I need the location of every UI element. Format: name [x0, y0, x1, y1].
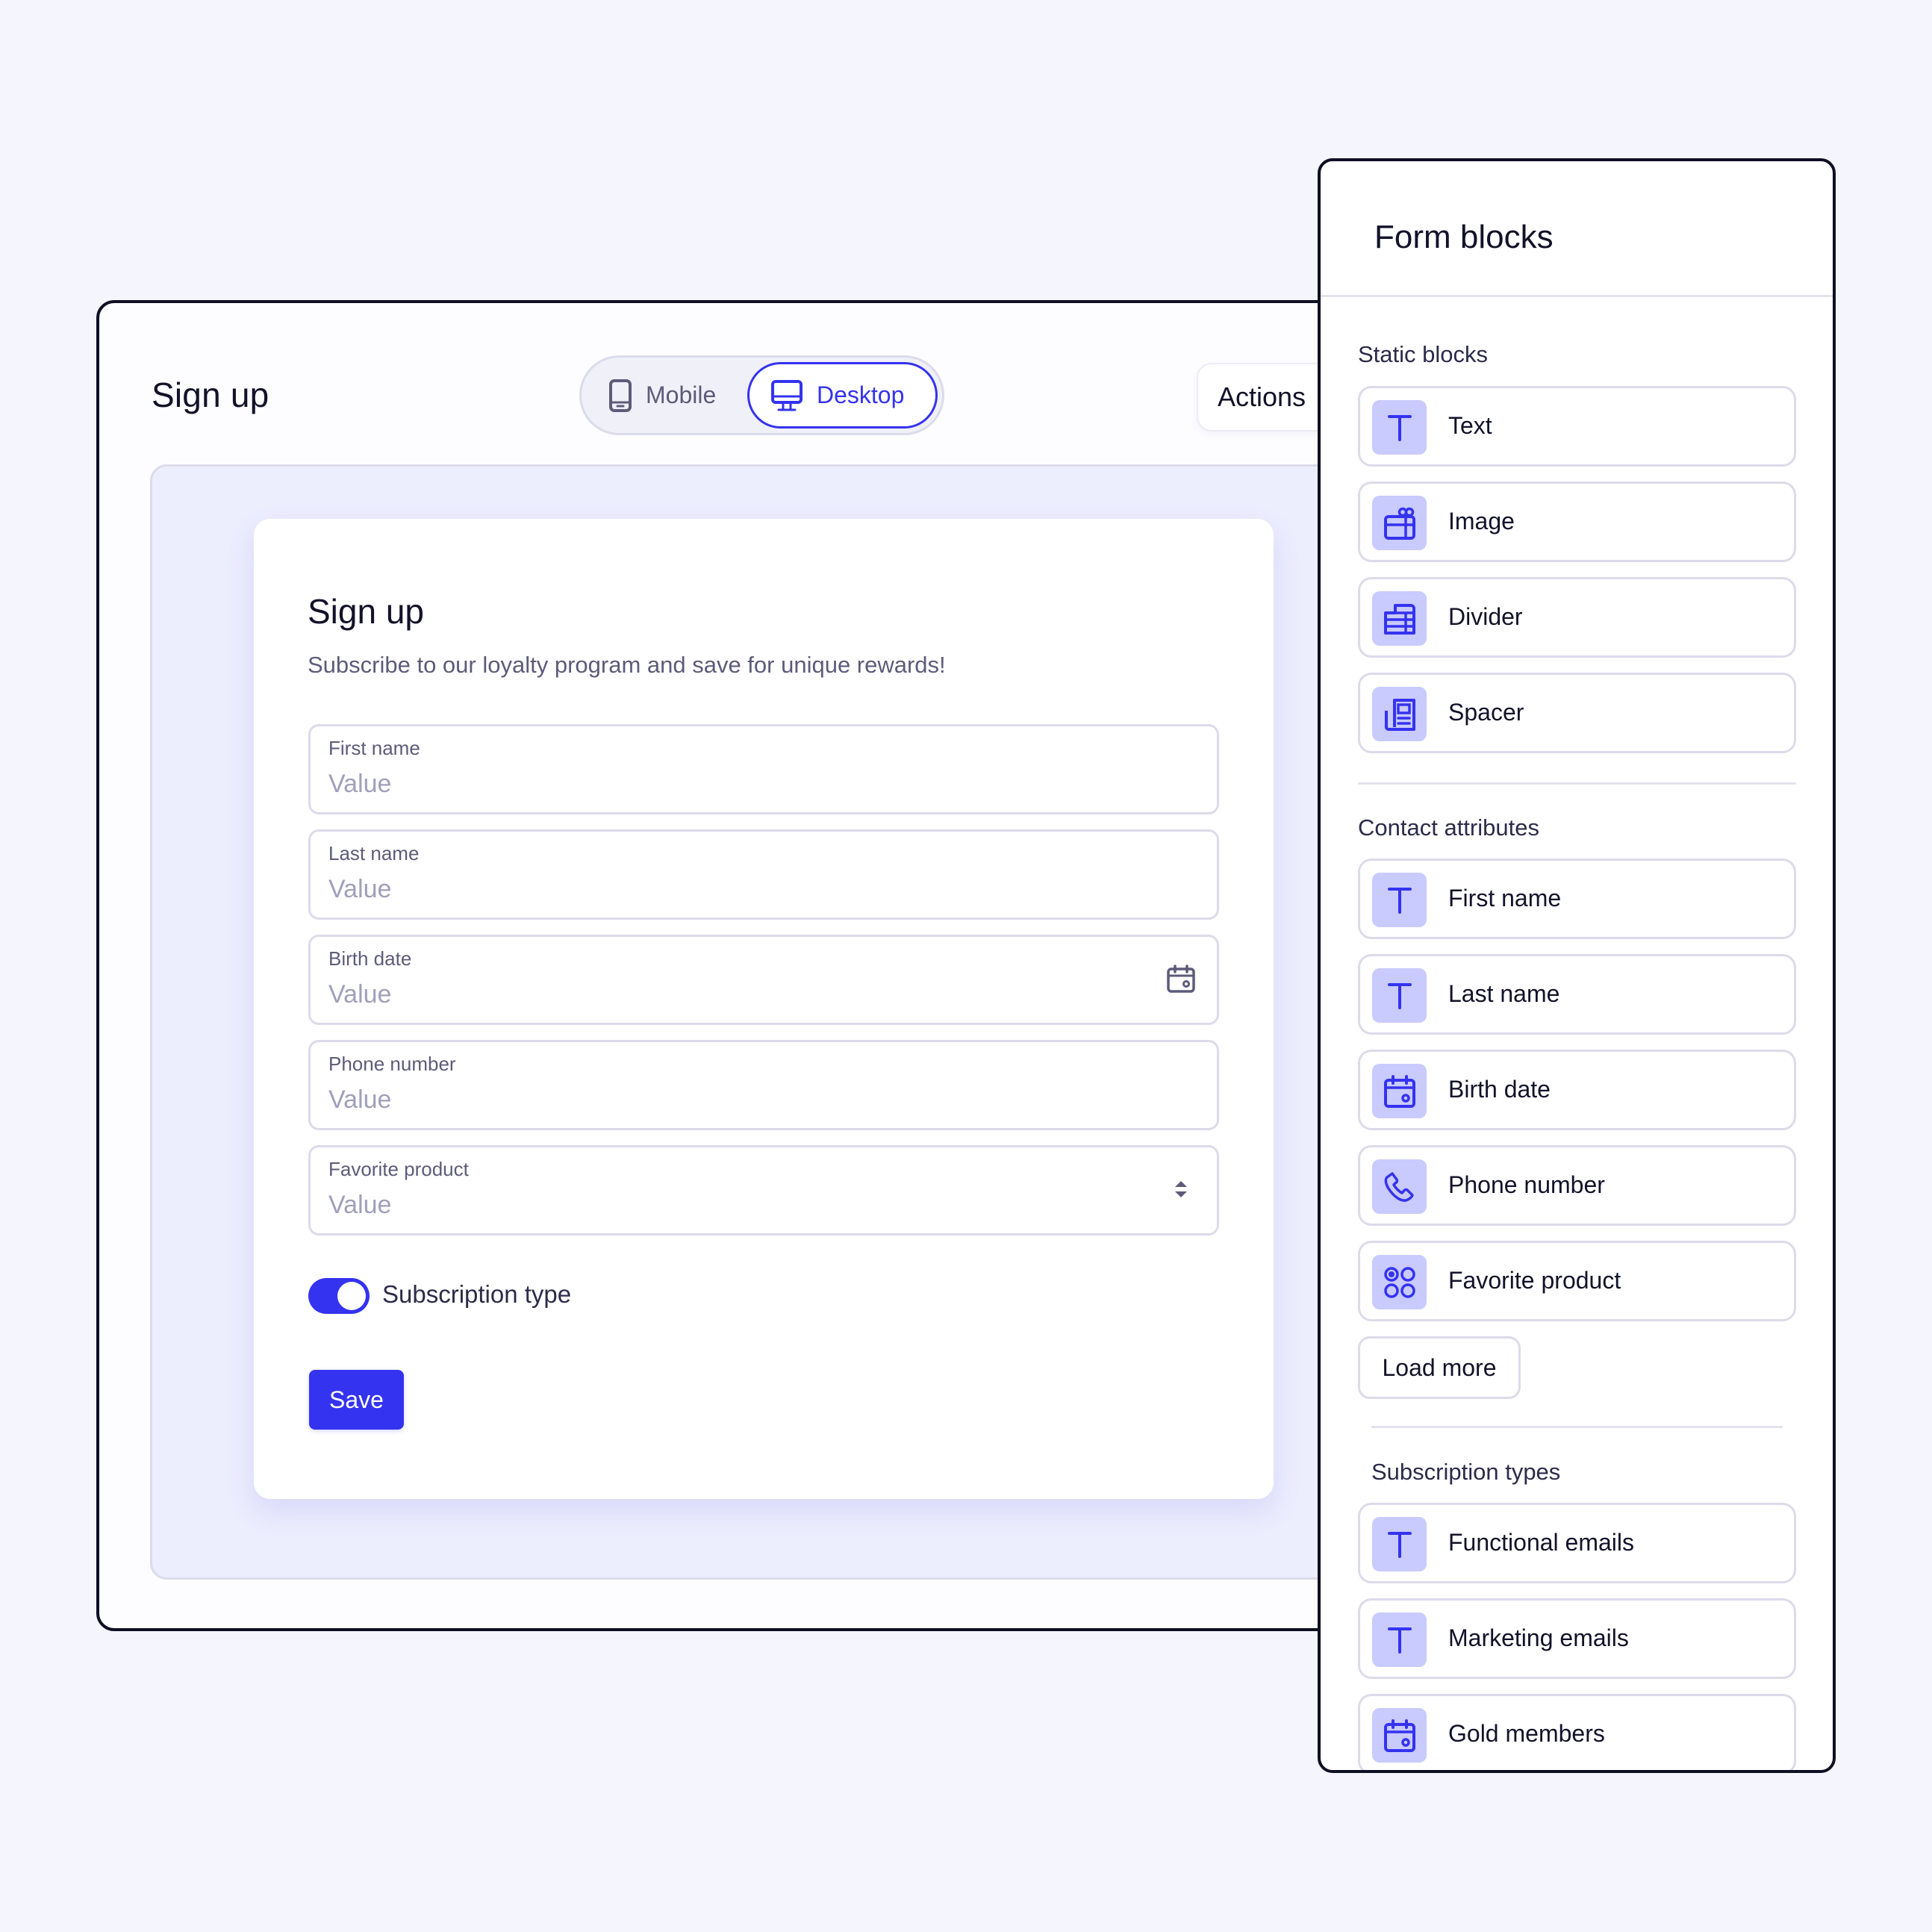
block-item-divider[interactable]: Divider — [1358, 577, 1796, 658]
block-label: Phone number — [1448, 1171, 1605, 1198]
text-icon — [1372, 400, 1427, 455]
calendar-icon[interactable] — [1166, 964, 1199, 997]
section-divider — [1371, 1426, 1783, 1428]
form-canvas: Sign up Subscribe to our loyalty program… — [150, 464, 1362, 1580]
block-item-favorite-product[interactable]: Favorite product — [1358, 1241, 1796, 1321]
favorite-product-select[interactable]: Favorite product Value — [308, 1145, 1219, 1235]
block-label: Marketing emails — [1448, 1624, 1629, 1651]
block-item-last-name[interactable]: Last name — [1358, 954, 1796, 1035]
field-label: Birth date — [328, 947, 412, 970]
text-icon — [1372, 1612, 1427, 1667]
radio-grid-icon — [1372, 1255, 1427, 1309]
phone-number-field[interactable]: Phone number Value — [308, 1040, 1219, 1130]
field-label: Phone number — [328, 1053, 456, 1075]
form-blocks-panel: Form blocks Static blocks Text Image Div… — [1318, 158, 1836, 1773]
newspaper-icon — [1372, 687, 1427, 741]
view-option-desktop[interactable]: Desktop — [747, 362, 938, 429]
phone-icon — [1372, 1159, 1427, 1214]
section-label-contact-attributes: Contact attributes — [1358, 814, 1539, 841]
section-divider — [1358, 782, 1796, 785]
block-item-spacer[interactable]: Spacer — [1358, 673, 1796, 753]
block-label: First name — [1448, 885, 1562, 912]
block-label: Favorite product — [1448, 1267, 1621, 1294]
toggle-knob — [337, 1282, 366, 1310]
view-option-mobile[interactable]: Mobile — [608, 362, 716, 429]
text-icon — [1372, 1517, 1427, 1571]
block-item-marketing-emails[interactable]: Marketing emails — [1358, 1598, 1796, 1679]
gift-icon — [1372, 496, 1427, 550]
block-label: Text — [1448, 412, 1492, 439]
form-preview-card: Sign up Subscribe to our loyalty program… — [254, 519, 1274, 1499]
block-label: Divider — [1448, 603, 1523, 630]
table-icon — [1372, 591, 1427, 646]
field-placeholder: Value — [328, 1085, 392, 1114]
block-item-first-name[interactable]: First name — [1358, 859, 1796, 939]
block-label: Functional emails — [1448, 1529, 1634, 1556]
panel-title: Form blocks — [1374, 219, 1554, 255]
desktop-icon — [770, 379, 803, 412]
save-button[interactable]: Save — [309, 1370, 404, 1430]
block-label: Birth date — [1448, 1076, 1551, 1103]
editor-window: Sign up Mobile Desktop Actions Sign up S… — [96, 300, 1365, 1631]
block-label: Last name — [1448, 980, 1560, 1007]
block-label: Spacer — [1448, 699, 1524, 726]
text-icon — [1372, 968, 1427, 1023]
field-placeholder: Value — [328, 770, 392, 798]
load-more-button[interactable]: Load more — [1358, 1336, 1521, 1399]
block-item-gold-members[interactable]: Gold members — [1358, 1694, 1796, 1770]
field-label: Last name — [328, 842, 420, 864]
form-subtitle: Subscribe to our loyalty program and sav… — [308, 652, 946, 678]
last-name-field[interactable]: Last name Value — [308, 829, 1219, 920]
calendar-icon — [1372, 1708, 1427, 1763]
block-item-image[interactable]: Image — [1358, 482, 1796, 562]
mobile-icon — [608, 378, 632, 413]
field-label: Favorite product — [328, 1158, 469, 1180]
text-icon — [1372, 873, 1427, 927]
block-item-birth-date[interactable]: Birth date — [1358, 1050, 1796, 1130]
view-toggle: Mobile Desktop — [579, 355, 944, 435]
editor-title: Sign up — [152, 376, 269, 414]
panel-header: Form blocks — [1321, 161, 1833, 297]
form-title: Sign up — [308, 592, 425, 631]
block-label: Gold members — [1448, 1720, 1605, 1747]
select-arrows-icon — [1166, 1174, 1199, 1207]
toggle-label: Subscription type — [382, 1280, 572, 1308]
view-option-label: Mobile — [646, 381, 717, 408]
block-item-functional-emails[interactable]: Functional emails — [1358, 1503, 1796, 1583]
block-item-phone-number[interactable]: Phone number — [1358, 1145, 1796, 1226]
field-label: First name — [328, 737, 420, 759]
section-label-subscription-types: Subscription types — [1371, 1459, 1561, 1485]
block-item-text[interactable]: Text — [1358, 386, 1796, 467]
calendar-icon — [1372, 1064, 1427, 1118]
field-placeholder: Value — [328, 980, 392, 1009]
field-placeholder: Value — [328, 875, 392, 903]
subscription-type-toggle[interactable] — [308, 1278, 370, 1314]
section-label-static-blocks: Static blocks — [1358, 341, 1489, 367]
first-name-field[interactable]: First name Value — [308, 724, 1219, 814]
field-placeholder: Value — [328, 1191, 392, 1219]
birth-date-field[interactable]: Birth date Value — [308, 935, 1219, 1025]
block-label: Image — [1448, 508, 1515, 535]
view-option-label: Desktop — [817, 381, 905, 408]
